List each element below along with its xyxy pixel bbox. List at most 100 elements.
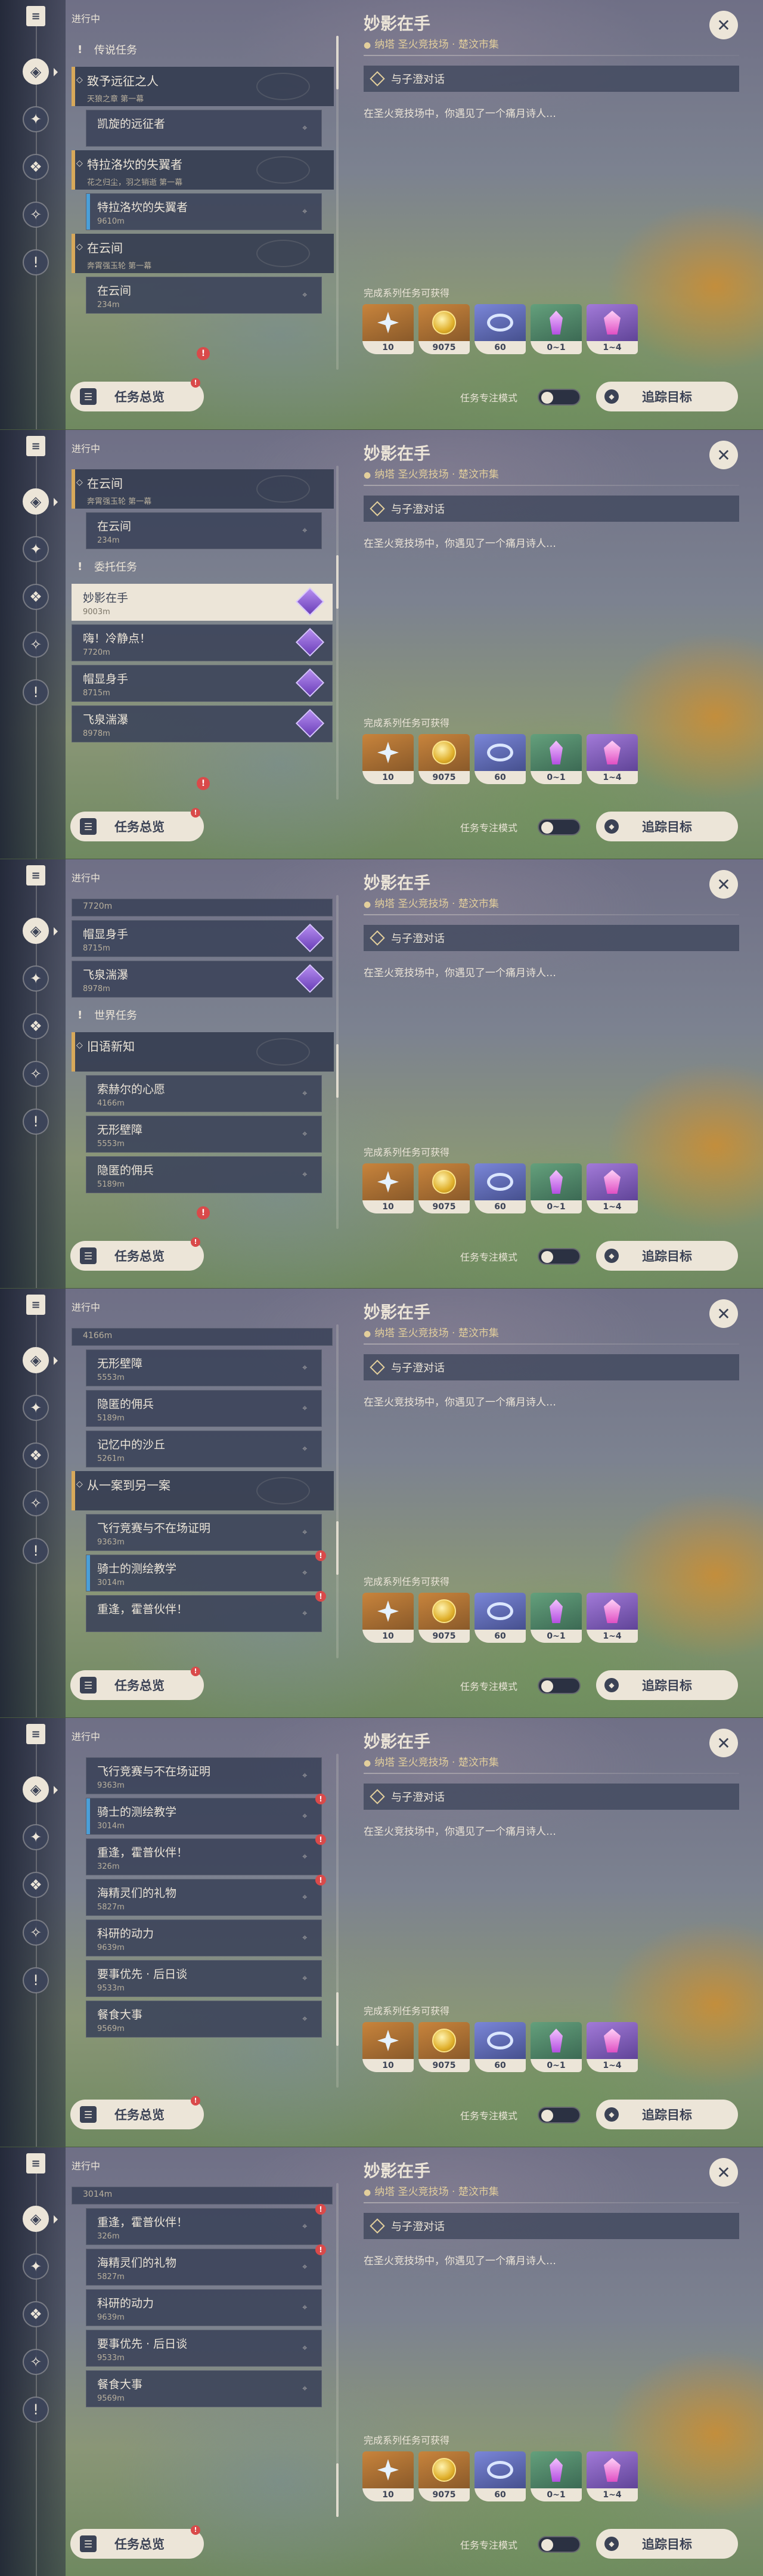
quest-item[interactable]: 妙影在手 9003m bbox=[72, 584, 333, 621]
rail-tab-commission[interactable]: ✧ bbox=[18, 1915, 54, 1950]
rail-tab-all[interactable]: ◈ bbox=[18, 1342, 58, 1378]
rail-tab-all[interactable]: ◈ bbox=[18, 2201, 58, 2237]
quest-list[interactable]: 3014m 重逢，霍普伙伴！ 326m ⌖! 海精灵们的礼物 5827m ⌖! 科研的动力 96… bbox=[72, 2183, 334, 2517]
quest-list-scrollbar[interactable] bbox=[336, 895, 339, 1229]
quest-item[interactable]: 飞泉湍瀑 8978m bbox=[72, 705, 333, 742]
rail-tab-commission[interactable]: ✧ bbox=[18, 627, 54, 662]
quest-list-scrollbar[interactable] bbox=[336, 1754, 339, 2088]
scroll-thumb[interactable] bbox=[336, 1044, 339, 1098]
quest-item[interactable]: 飞行竞赛与不在场证明 9363m ⌖ bbox=[86, 1514, 322, 1551]
quest-item[interactable]: 重逢，霍普伙伴！ 326m ⌖! bbox=[86, 2204, 326, 2245]
quest-list[interactable]: 7720m 帽显身手 8715m 飞泉湍瀑 8978m! 世界任务 ◇ 旧语新知 索赫尔的心愿 4… bbox=[72, 895, 334, 1229]
scroll-thumb[interactable] bbox=[336, 1992, 339, 2046]
track-target-button[interactable]: ◆ 追踪目标 bbox=[596, 2100, 738, 2129]
focus-mode-toggle[interactable] bbox=[538, 389, 581, 405]
quest-item[interactable]: 要事优先 · 后日谈 9533m ⌖ bbox=[86, 2330, 322, 2367]
close-button[interactable]: ✕ bbox=[709, 870, 738, 899]
rail-tab-story[interactable]: ❖ bbox=[18, 1867, 54, 1903]
quest-chapter[interactable]: ◇ 旧语新知 bbox=[72, 1032, 334, 1072]
rail-tab-world[interactable]: ! bbox=[18, 1533, 54, 1569]
quest-overview-button[interactable]: ☰ 任务总览 ! bbox=[70, 378, 204, 411]
quest-chapter[interactable]: ◇ 特拉洛坎的失翼者 花之归尘，羽之销逝 第一幕 bbox=[72, 150, 334, 190]
close-button[interactable]: ✕ bbox=[709, 11, 738, 39]
close-button[interactable]: ✕ bbox=[709, 1299, 738, 1328]
quest-list-scrollbar[interactable] bbox=[336, 2183, 339, 2517]
quest-list[interactable]: ! 传说任务 ◇ 致予远征之人 天狼之章 第一幕 凯旋的远征者 ⌖ ◇ 特拉洛坎的失翼者 花之归尘… bbox=[72, 36, 334, 370]
rail-tab-commission[interactable]: ✧ bbox=[18, 1056, 54, 1092]
quest-list[interactable]: 飞行竞赛与不在场证明 9363m ⌖ 骑士的测绘教学 3014m ⌖! 重逢，霍普伙伴！ 32… bbox=[72, 1754, 334, 2088]
track-target-button[interactable]: ◆ 追踪目标 bbox=[596, 1241, 738, 1271]
quest-item[interactable]: 骑士的测绘教学 3014m ⌖! bbox=[86, 1794, 326, 1835]
quest-item[interactable]: 重逢，霍普伙伴！ 326m ⌖! bbox=[86, 1834, 326, 1875]
quest-list-scrollbar[interactable] bbox=[336, 466, 339, 800]
quest-item[interactable]: 无形壁障 5553m ⌖ bbox=[86, 1116, 322, 1153]
quest-item[interactable]: 凯旋的远征者 ⌖ bbox=[86, 110, 322, 147]
rail-tab-archon[interactable]: ✦ bbox=[18, 1390, 54, 1426]
list-item-partial[interactable]: 4166m bbox=[72, 1328, 333, 1346]
rail-tab-world[interactable]: ! bbox=[18, 1104, 54, 1140]
quest-chapter[interactable]: ◇ 在云间 奔霄强玉轮 第一幕 bbox=[72, 469, 334, 509]
quest-item[interactable]: 科研的动力 9639m ⌖ bbox=[86, 2289, 322, 2326]
quest-overview-button[interactable]: ☰ 任务总览 ! bbox=[70, 2096, 204, 2129]
close-button[interactable]: ✕ bbox=[709, 1729, 738, 1757]
quest-list[interactable]: ◇ 在云间 奔霄强玉轮 第一幕 在云间 234m ⌖! 委托任务 妙影在手 9003m 嗨！冷静点… bbox=[72, 466, 334, 800]
rail-tab-story[interactable]: ❖ bbox=[18, 1438, 54, 1473]
quest-item[interactable]: 要事优先 · 后日谈 9533m ⌖ bbox=[86, 1960, 322, 1997]
quest-item[interactable]: 餐食大事 9569m ⌖ bbox=[86, 2001, 322, 2038]
rail-tab-story[interactable]: ❖ bbox=[18, 1008, 54, 1044]
quest-chapter[interactable]: ◇ 在云间 奔霄强玉轮 第一幕 bbox=[72, 234, 334, 273]
rail-tab-archon[interactable]: ✦ bbox=[18, 101, 54, 137]
quest-item[interactable]: 帽显身手 8715m bbox=[72, 920, 333, 957]
rail-tab-world[interactable]: ! bbox=[18, 1962, 54, 1998]
rail-tab-all[interactable]: ◈ bbox=[18, 913, 58, 949]
rail-tab-archon[interactable]: ✦ bbox=[18, 531, 54, 567]
track-target-button[interactable]: ◆ 追踪目标 bbox=[596, 382, 738, 411]
quest-item[interactable]: 索赫尔的心愿 4166m ⌖ bbox=[86, 1075, 322, 1112]
focus-mode-toggle[interactable] bbox=[538, 1677, 581, 1694]
quest-overview-button[interactable]: ☰ 任务总览 ! bbox=[70, 2525, 204, 2559]
quest-item[interactable]: 嗨！冷静点！ 7720m bbox=[72, 624, 333, 661]
quest-item[interactable]: 飞行竞赛与不在场证明 9363m ⌖ bbox=[86, 1757, 322, 1794]
quest-item[interactable]: 隐匿的佣兵 5189m ⌖ bbox=[86, 1156, 322, 1193]
scroll-thumb[interactable] bbox=[336, 555, 339, 609]
rail-tab-all[interactable]: ◈ bbox=[18, 484, 58, 519]
rail-tab-commission[interactable]: ✧ bbox=[18, 197, 54, 233]
rail-tab-world[interactable]: ! bbox=[18, 674, 54, 710]
focus-mode-toggle[interactable] bbox=[538, 2536, 581, 2553]
quest-list-scrollbar[interactable] bbox=[336, 36, 339, 370]
track-target-button[interactable]: ◆ 追踪目标 bbox=[596, 812, 738, 841]
rail-tab-world[interactable]: ! bbox=[18, 2392, 54, 2428]
focus-mode-toggle[interactable] bbox=[538, 1248, 581, 1265]
quest-item[interactable]: 海精灵们的礼物 5827m ⌖! bbox=[86, 2244, 326, 2286]
quest-list[interactable]: 4166m 无形壁障 5553m ⌖ 隐匿的佣兵 5189m ⌖ 记忆中的沙丘 5261m ⌖ ◇ 从… bbox=[72, 1324, 334, 1658]
close-button[interactable]: ✕ bbox=[709, 2158, 738, 2187]
quest-overview-button[interactable]: ☰ 任务总览 ! bbox=[70, 808, 204, 841]
quest-item[interactable]: 餐食大事 9569m ⌖ bbox=[86, 2370, 322, 2407]
list-item-partial[interactable]: 3014m bbox=[72, 2187, 333, 2205]
quest-item[interactable]: 在云间 234m ⌖ bbox=[86, 512, 322, 549]
focus-mode-toggle[interactable] bbox=[538, 2107, 581, 2123]
scroll-thumb[interactable] bbox=[336, 36, 339, 89]
list-item-partial[interactable]: 7720m bbox=[72, 899, 333, 917]
rail-tab-story[interactable]: ❖ bbox=[18, 2296, 54, 2332]
track-target-button[interactable]: ◆ 追踪目标 bbox=[596, 2529, 738, 2559]
quest-item[interactable]: 无形壁障 5553m ⌖ bbox=[86, 1349, 322, 1386]
focus-mode-toggle[interactable] bbox=[538, 819, 581, 835]
quest-item[interactable]: 在云间 234m ⌖ bbox=[86, 277, 322, 314]
rail-tab-all[interactable]: ◈ bbox=[18, 54, 58, 89]
quest-overview-button[interactable]: ☰ 任务总览 ! bbox=[70, 1667, 204, 1700]
quest-item[interactable]: 飞泉湍瀑 8978m bbox=[72, 961, 333, 998]
quest-overview-button[interactable]: ☰ 任务总览 ! bbox=[70, 1237, 204, 1271]
quest-item[interactable]: 记忆中的沙丘 5261m ⌖ bbox=[86, 1431, 322, 1467]
rail-tab-archon[interactable]: ✦ bbox=[18, 2249, 54, 2284]
quest-list-scrollbar[interactable] bbox=[336, 1324, 339, 1658]
close-button[interactable]: ✕ bbox=[709, 441, 738, 469]
rail-tab-commission[interactable]: ✧ bbox=[18, 1485, 54, 1521]
quest-item[interactable]: 隐匿的佣兵 5189m ⌖ bbox=[86, 1390, 322, 1427]
quest-chapter[interactable]: ◇ 从一案到另一案 bbox=[72, 1471, 334, 1510]
quest-chapter[interactable]: ◇ 致予远征之人 天狼之章 第一幕 bbox=[72, 67, 334, 106]
rail-tab-archon[interactable]: ✦ bbox=[18, 1819, 54, 1855]
rail-tab-story[interactable]: ❖ bbox=[18, 579, 54, 615]
rail-tab-world[interactable]: ! bbox=[18, 244, 54, 280]
rail-tab-all[interactable]: ◈ bbox=[18, 1772, 58, 1807]
